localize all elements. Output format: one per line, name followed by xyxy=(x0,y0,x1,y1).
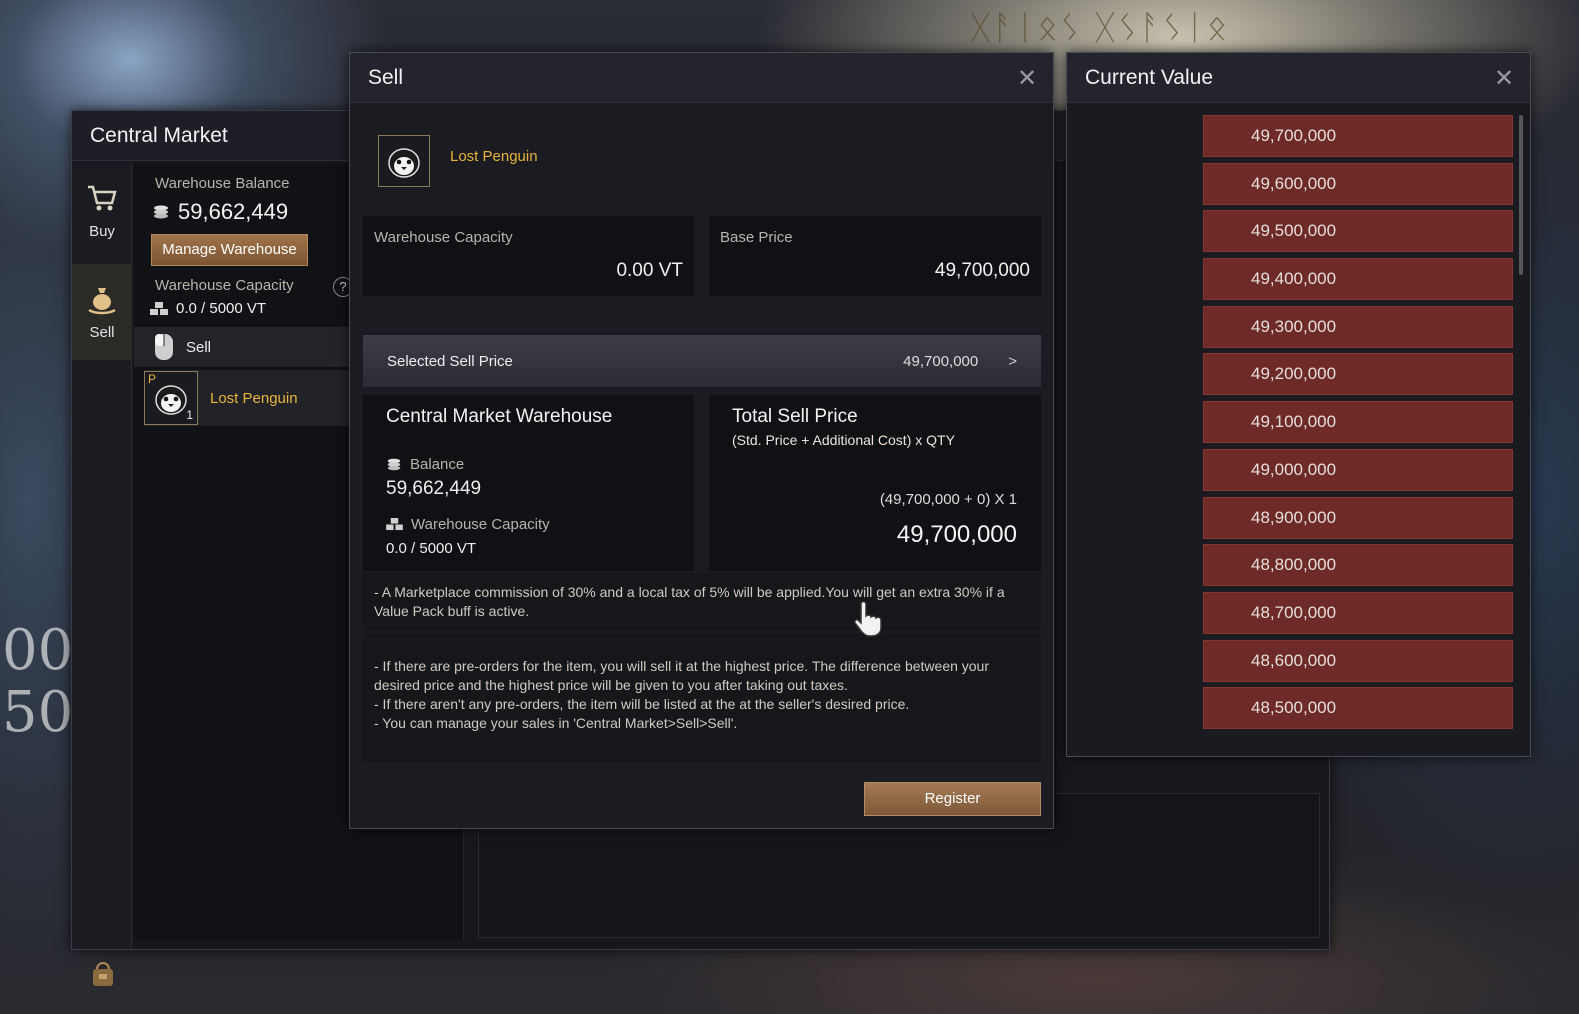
warehouse-icon xyxy=(386,518,403,531)
price-option[interactable]: 49,500,000 xyxy=(1203,210,1513,253)
price-option[interactable]: 49,100,000 xyxy=(1203,401,1513,444)
item-count: 1 xyxy=(186,408,193,422)
current-value-window: Current Value ✕ 49,700,000 49,600,000 49… xyxy=(1066,52,1531,757)
cmw-capacity-label: Warehouse Capacity xyxy=(411,516,550,533)
sell-item-header: Lost Penguin xyxy=(378,135,538,187)
register-button[interactable]: Register xyxy=(864,782,1041,816)
cmw-balance-label: Balance xyxy=(410,456,465,473)
money-bag-icon xyxy=(88,288,116,315)
current-value-title: Current Value xyxy=(1067,53,1530,103)
close-icon[interactable]: ✕ xyxy=(1017,67,1037,91)
price-option[interactable]: 49,200,000 xyxy=(1203,353,1513,396)
cmw-capacity-value: 0.0 / 5000 VT xyxy=(386,540,477,557)
preorder-notice: - If there are pre-orders for the item, … xyxy=(363,633,1041,762)
nav-sell[interactable]: Sell xyxy=(72,264,132,360)
list-item-lost-penguin[interactable]: P 1 Lost Penguin xyxy=(144,370,349,426)
item-badge: P xyxy=(148,372,157,386)
warehouse-capacity-label: Warehouse Capacity xyxy=(155,277,294,294)
sell-dialog-title: Sell xyxy=(350,53,1053,103)
nav-buy[interactable]: Buy xyxy=(72,163,132,259)
sell-subtab[interactable]: Sell xyxy=(134,327,349,367)
preorder-notice-line: - You can manage your sales in 'Central … xyxy=(374,715,738,731)
price-list: 49,700,000 49,600,000 49,500,000 49,400,… xyxy=(1203,115,1513,735)
background-numbers: 00 50 xyxy=(2,620,73,743)
background-rune-banner: ᚷᚨᛁᛟᛊ ᚷᛊᚨᛊᛁᛟ xyxy=(970,8,1230,48)
background-number: 50 xyxy=(2,679,74,745)
mouse-icon xyxy=(155,334,173,360)
total-sell-price-formula: (49,700,000 + 0) X 1 xyxy=(879,491,1017,508)
price-option[interactable]: 48,600,000 xyxy=(1203,639,1513,682)
price-option[interactable]: 49,600,000 xyxy=(1203,162,1513,205)
chevron-right-icon: > xyxy=(1008,352,1017,370)
commission-notice: - A Marketplace commission of 30% and a … xyxy=(363,573,1041,631)
central-market-warehouse-box: Central Market Warehouse Balance 59,662,… xyxy=(363,395,694,571)
selected-sell-price-button[interactable]: Selected Sell Price 49,700,000 > xyxy=(363,335,1041,387)
nav-sell-label: Sell xyxy=(89,324,115,341)
cmw-capacity-label-row: Warehouse Capacity xyxy=(386,516,550,533)
warehouse-capacity: 0.0 / 5000 VT xyxy=(150,300,266,317)
preorder-notice-line: - If there are pre-orders for the item, … xyxy=(374,658,990,693)
warehouse-balance-label: Warehouse Balance xyxy=(155,175,290,192)
cmw-title: Central Market Warehouse xyxy=(386,406,613,427)
warehouse-capacity-box: Warehouse Capacity 0.00 VT xyxy=(363,216,694,296)
price-option[interactable]: 49,000,000 xyxy=(1203,448,1513,491)
warehouse-capacity-value: 0.0 / 5000 VT xyxy=(176,300,267,317)
silver-coins-icon xyxy=(387,458,401,471)
selected-sell-price-label: Selected Sell Price xyxy=(387,352,513,370)
central-market-nav: Buy Sell xyxy=(72,163,132,986)
warehouse-capacity-box-value: 0.00 VT xyxy=(616,260,683,281)
cart-icon xyxy=(88,185,117,211)
sell-item-name: Lost Penguin xyxy=(450,147,538,165)
sell-dialog: Sell ✕ Lost Penguin Warehouse Capacity 0… xyxy=(349,52,1054,829)
background-number: 00 xyxy=(2,618,74,683)
price-option[interactable]: 48,700,000 xyxy=(1203,591,1513,634)
list-item-name: Lost Penguin xyxy=(210,389,298,407)
total-sell-price-title: Total Sell Price xyxy=(732,406,858,427)
sell-subtab-label: Sell xyxy=(186,338,212,356)
total-sell-price-value: 49,700,000 xyxy=(896,521,1017,548)
hand-cursor-icon xyxy=(854,600,882,637)
price-option[interactable]: 48,500,000 xyxy=(1203,687,1513,730)
cmw-balance-value: 59,662,449 xyxy=(386,478,482,499)
base-price-label: Base Price xyxy=(720,229,793,246)
manage-warehouse-button[interactable]: Manage Warehouse xyxy=(151,234,308,266)
price-option[interactable]: 48,800,000 xyxy=(1203,544,1513,587)
warehouse-balance-value: 59,662,449 xyxy=(178,199,289,224)
price-option[interactable]: 49,400,000 xyxy=(1203,258,1513,301)
penguin-icon xyxy=(378,135,430,187)
warehouse-balance: 59,662,449 xyxy=(152,199,288,225)
silver-coins-icon xyxy=(154,205,168,219)
base-price-value: 49,700,000 xyxy=(934,260,1030,281)
base-price-box: Base Price 49,700,000 xyxy=(709,216,1041,296)
warehouse-capacity-box-label: Warehouse Capacity xyxy=(374,229,513,246)
nav-buy-label: Buy xyxy=(89,223,115,240)
inventory-bag-icon[interactable] xyxy=(88,959,118,989)
preorder-notice-line: - If there aren't any pre-orders, the it… xyxy=(374,696,910,712)
close-icon[interactable]: ✕ xyxy=(1494,67,1514,91)
price-option[interactable]: 49,700,000 xyxy=(1203,115,1513,157)
price-option[interactable]: 49,300,000 xyxy=(1203,305,1513,348)
total-sell-price-box: Total Sell Price (Std. Price + Additiona… xyxy=(709,395,1041,571)
penguin-icon: P 1 xyxy=(144,371,198,425)
price-option[interactable]: 48,900,000 xyxy=(1203,496,1513,539)
selected-sell-price-value: 49,700,000 xyxy=(903,352,979,370)
warehouse-icon xyxy=(150,301,168,315)
scrollbar[interactable] xyxy=(1519,115,1523,275)
cmw-balance-label-row: Balance xyxy=(386,456,464,473)
total-sell-price-subtitle: (Std. Price + Additional Cost) x QTY xyxy=(732,432,955,448)
